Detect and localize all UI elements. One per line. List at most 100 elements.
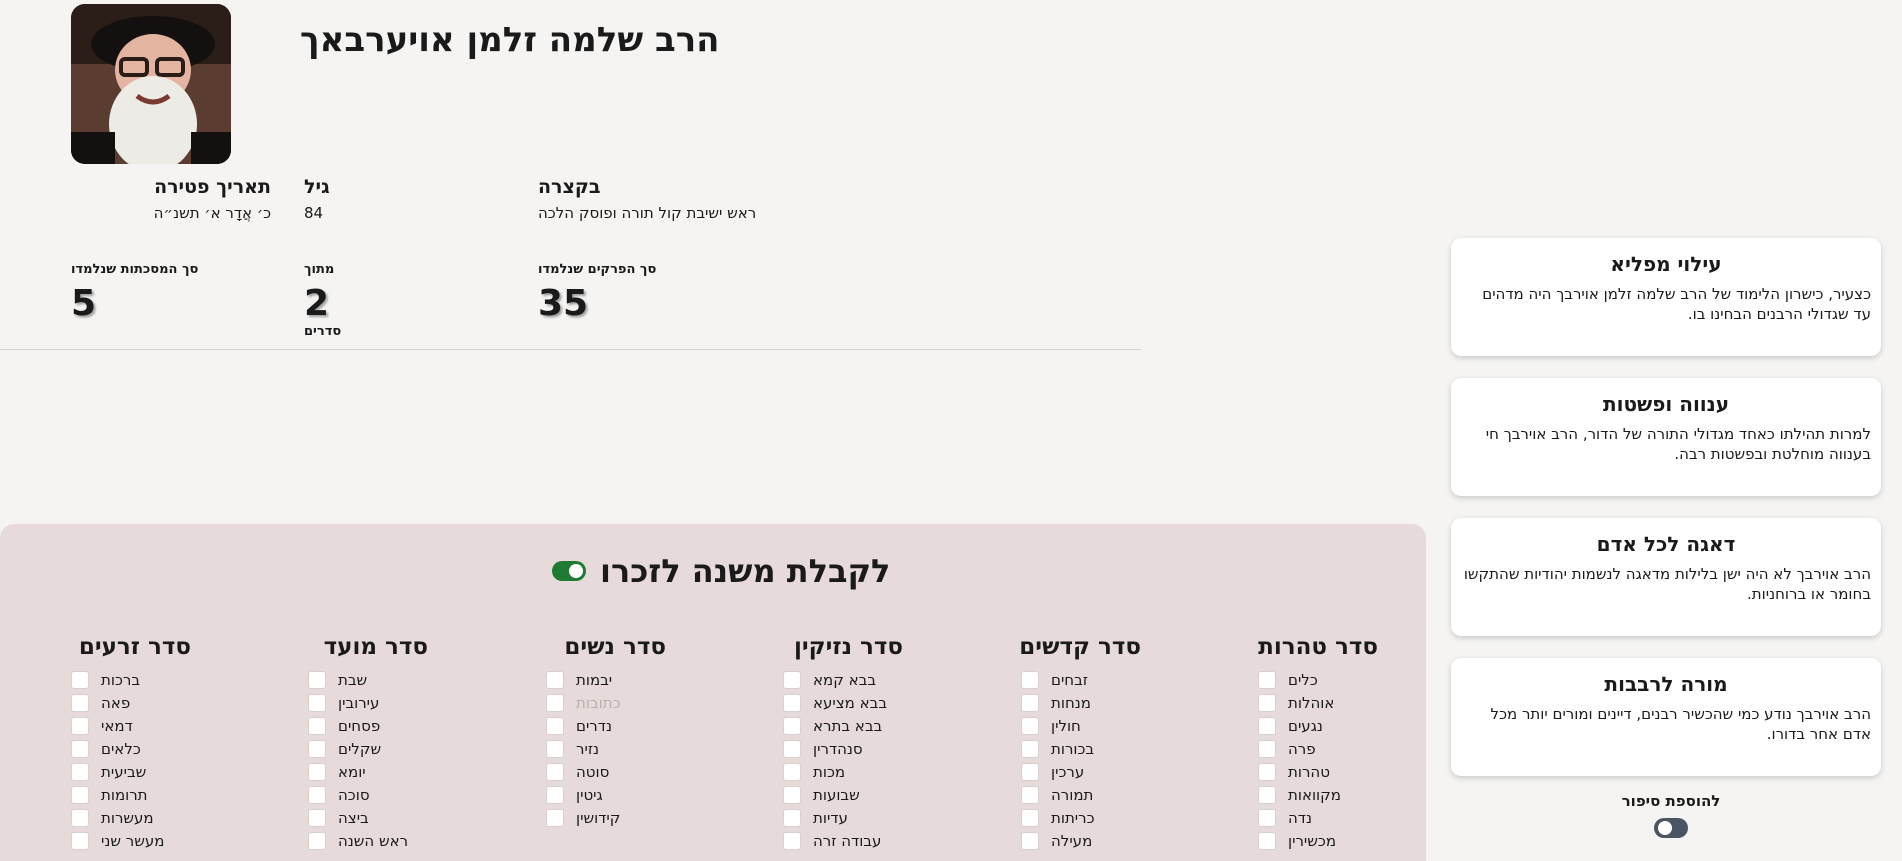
tractate-checkbox[interactable] xyxy=(308,808,326,827)
tractate-checkbox[interactable] xyxy=(1021,762,1039,781)
tractate-item[interactable]: מנחות xyxy=(1021,691,1141,714)
tractate-item[interactable]: בכורות xyxy=(1021,737,1141,760)
tractate-checkbox[interactable] xyxy=(1021,693,1039,712)
tractate-checkbox[interactable] xyxy=(1258,716,1276,735)
tractate-item[interactable]: סוכה xyxy=(308,783,428,806)
tractate-item[interactable]: כלאים xyxy=(71,737,191,760)
tractate-item[interactable]: בבא מציעא xyxy=(783,691,903,714)
tractate-item[interactable]: בבא קמא xyxy=(783,668,903,691)
tractate-item[interactable]: כתובות xyxy=(546,691,666,714)
tractate-checkbox[interactable] xyxy=(308,716,326,735)
tractate-item[interactable]: דמאי xyxy=(71,714,191,737)
tractate-item[interactable]: מעשר שני xyxy=(71,829,191,852)
tractate-checkbox[interactable] xyxy=(308,831,326,850)
tractate-checkbox[interactable] xyxy=(1258,762,1276,781)
tractate-item[interactable]: תמורה xyxy=(1021,783,1141,806)
tractate-checkbox[interactable] xyxy=(1021,785,1039,804)
tractate-item[interactable]: ערכין xyxy=(1021,760,1141,783)
tractate-checkbox[interactable] xyxy=(308,739,326,758)
tractate-item[interactable]: יומא xyxy=(308,760,428,783)
tractate-checkbox[interactable] xyxy=(1258,808,1276,827)
tractate-item[interactable]: פסחים xyxy=(308,714,428,737)
tractate-checkbox[interactable] xyxy=(1021,716,1039,735)
tractate-checkbox[interactable] xyxy=(546,670,564,689)
tractate-checkbox[interactable] xyxy=(783,785,801,804)
tractate-item[interactable]: מכות xyxy=(783,760,903,783)
tractate-checkbox[interactable] xyxy=(308,762,326,781)
tractate-checkbox[interactable] xyxy=(1258,670,1276,689)
tractate-item[interactable]: ברכות xyxy=(71,668,191,691)
tractate-item[interactable]: נדה xyxy=(1258,806,1378,829)
tractate-item[interactable]: פרה xyxy=(1258,737,1378,760)
tractate-checkbox[interactable] xyxy=(71,739,89,758)
tractate-checkbox[interactable] xyxy=(71,762,89,781)
tractate-item[interactable]: קידושין xyxy=(546,806,666,829)
tractate-item[interactable]: חולין xyxy=(1021,714,1141,737)
tractate-checkbox[interactable] xyxy=(546,716,564,735)
tractate-item[interactable]: סוטה xyxy=(546,760,666,783)
tractate-checkbox[interactable] xyxy=(308,670,326,689)
tractate-item[interactable]: תרומות xyxy=(71,783,191,806)
tractate-checkbox[interactable] xyxy=(783,693,801,712)
tractate-item[interactable]: מעילה xyxy=(1021,829,1141,852)
story-card[interactable]: מורה לרבבות הרב אוירבך נודע כמי שהכשיר רב… xyxy=(1451,658,1881,776)
tractate-checkbox[interactable] xyxy=(546,693,564,712)
tractate-checkbox[interactable] xyxy=(1021,831,1039,850)
tractate-item[interactable]: מקוואות xyxy=(1258,783,1378,806)
tractate-item[interactable]: שבת xyxy=(308,668,428,691)
tractate-checkbox[interactable] xyxy=(71,831,89,850)
tractate-checkbox[interactable] xyxy=(783,739,801,758)
tractate-item[interactable]: גיטין xyxy=(546,783,666,806)
tractate-checkbox[interactable] xyxy=(783,808,801,827)
tractate-checkbox[interactable] xyxy=(71,670,89,689)
tractate-checkbox[interactable] xyxy=(308,785,326,804)
tractate-checkbox[interactable] xyxy=(71,693,89,712)
tractate-checkbox[interactable] xyxy=(71,808,89,827)
story-card[interactable]: ענווה ופשטות למרות תהילתו כאחד מגדולי התו… xyxy=(1451,378,1881,496)
tractate-checkbox[interactable] xyxy=(546,808,564,827)
tractate-checkbox[interactable] xyxy=(71,716,89,735)
tractate-item[interactable]: עירובין xyxy=(308,691,428,714)
tractate-checkbox[interactable] xyxy=(783,762,801,781)
tractate-item[interactable]: יבמות xyxy=(546,668,666,691)
tractate-item[interactable]: ראש השנה xyxy=(308,829,428,852)
tractate-checkbox[interactable] xyxy=(308,693,326,712)
tractate-item[interactable]: נדרים xyxy=(546,714,666,737)
tractate-checkbox[interactable] xyxy=(783,831,801,850)
tractate-item[interactable]: נזיר xyxy=(546,737,666,760)
tractate-checkbox[interactable] xyxy=(1021,808,1039,827)
tractate-checkbox[interactable] xyxy=(1258,693,1276,712)
story-card[interactable]: עילוי מפליא כצעיר, כישרון הלימוד של הרב ש… xyxy=(1451,238,1881,356)
tractate-item[interactable]: פאה xyxy=(71,691,191,714)
tractate-checkbox[interactable] xyxy=(1021,670,1039,689)
tractate-item[interactable]: כריתות xyxy=(1021,806,1141,829)
tractate-item[interactable]: זבחים xyxy=(1021,668,1141,691)
tractate-item[interactable]: מעשרות xyxy=(71,806,191,829)
mishna-toggle[interactable] xyxy=(552,561,586,581)
story-card[interactable]: דאגה לכל אדם הרב אוירבך לא היה ישן בלילות… xyxy=(1451,518,1881,636)
tractate-checkbox[interactable] xyxy=(1258,785,1276,804)
tractate-checkbox[interactable] xyxy=(1021,739,1039,758)
tractate-item[interactable]: מכשירין xyxy=(1258,829,1378,852)
tractate-item[interactable]: סנהדרין xyxy=(783,737,903,760)
tractate-checkbox[interactable] xyxy=(783,670,801,689)
tractate-item[interactable]: ביצה xyxy=(308,806,428,829)
tractate-item[interactable]: עבודה זרה xyxy=(783,829,903,852)
tractate-item[interactable]: טהרות xyxy=(1258,760,1378,783)
tractate-item[interactable]: עדיות xyxy=(783,806,903,829)
tractate-checkbox[interactable] xyxy=(1258,739,1276,758)
tractate-checkbox[interactable] xyxy=(71,785,89,804)
tractate-item[interactable]: אוהלות xyxy=(1258,691,1378,714)
tractate-item[interactable]: כלים xyxy=(1258,668,1378,691)
add-story-toggle[interactable] xyxy=(1654,818,1688,838)
tractate-checkbox[interactable] xyxy=(546,762,564,781)
tractate-item[interactable]: שביעית xyxy=(71,760,191,783)
tractate-item[interactable]: נגעים xyxy=(1258,714,1378,737)
tractate-checkbox[interactable] xyxy=(546,739,564,758)
tractate-checkbox[interactable] xyxy=(783,716,801,735)
tractate-item[interactable]: שבועות xyxy=(783,783,903,806)
tractate-item[interactable]: שקלים xyxy=(308,737,428,760)
tractate-checkbox[interactable] xyxy=(1258,831,1276,850)
tractate-checkbox[interactable] xyxy=(546,785,564,804)
tractate-item[interactable]: בבא בתרא xyxy=(783,714,903,737)
